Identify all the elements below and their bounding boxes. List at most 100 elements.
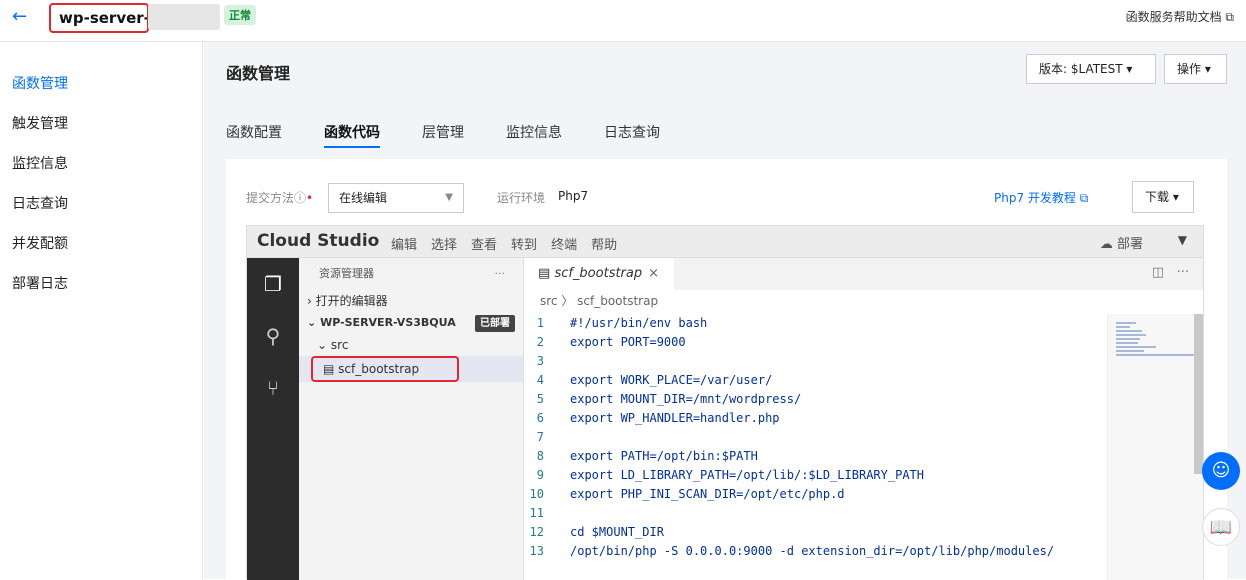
line-number: 7 — [536, 430, 544, 444]
line-number: 4 — [536, 373, 544, 387]
code-line: 11 — [524, 504, 1107, 523]
code-line: 3 — [524, 352, 1107, 371]
submit-method-label: 提交方法ⓘ• — [246, 189, 313, 206]
menu-edit[interactable]: 编辑 — [391, 234, 417, 253]
code-text: export WORK_PLACE=/var/user/ — [570, 373, 773, 387]
menu-terminal[interactable]: 终端 — [551, 234, 577, 253]
sidebar-item-triggers[interactable]: 触发管理 — [0, 104, 202, 144]
highlight-box — [311, 356, 459, 382]
line-number: 8 — [536, 449, 544, 463]
open-editors-section[interactable]: › 打开的编辑器 — [299, 290, 523, 312]
code-text: export WP_HANDLER=handler.php — [570, 411, 780, 425]
close-icon[interactable]: × — [648, 266, 659, 281]
code-line: 12 cd $MOUNT_DIR — [524, 523, 1107, 542]
sidebar-item-concurrency[interactable]: 并发配额 — [0, 224, 202, 264]
explorer-title: 资源管理器 — [319, 267, 374, 280]
code-panel: 提交方法ⓘ• 在线编辑 ▼ 运行环境 Php7 Php7 开发教程 ⧉ 下载 ▾… — [226, 159, 1227, 580]
help-icon[interactable]: ⓘ — [294, 191, 306, 205]
editor-tab-bar: ▤ scf_bootstrap × ◫ ··· — [524, 258, 1203, 290]
collapse-toggle-icon[interactable]: ▼ — [1178, 233, 1187, 247]
help-doc-link[interactable]: 函数服务帮助文档 ⧉ — [1126, 8, 1234, 25]
arrow-left-icon[interactable]: ← — [12, 6, 27, 27]
line-number: 9 — [536, 468, 544, 482]
explorer-header: 资源管理器 ··· — [299, 258, 523, 290]
sidebar-item-monitoring[interactable]: 监控信息 — [0, 144, 202, 184]
top-bar: ← wp-server- 正常 函数服务帮助文档 ⧉ — [0, 0, 1246, 42]
activity-bar: ❐ ⚲ ⑂ — [247, 258, 299, 580]
line-number: 2 — [536, 335, 544, 349]
tab-monitoring[interactable]: 监控信息 — [506, 118, 562, 148]
required-mark: • — [306, 191, 314, 205]
tab-layers[interactable]: 层管理 — [422, 118, 464, 148]
line-number: 6 — [536, 411, 544, 425]
more-icon[interactable]: ··· — [1177, 265, 1189, 280]
operations-button[interactable]: 操作 ▾ — [1164, 54, 1227, 84]
tab-function-code[interactable]: 函数代码 — [324, 118, 380, 148]
tab-function-config[interactable]: 函数配置 — [226, 118, 282, 148]
chevron-down-icon: ⌄ — [307, 316, 317, 329]
split-editor-icon[interactable]: ◫ — [1152, 265, 1164, 280]
menu-goto[interactable]: 转到 — [511, 234, 537, 253]
editor-tab-scf-bootstrap[interactable]: ▤ scf_bootstrap × — [524, 258, 674, 290]
editor-actions: ◫ ··· — [1152, 265, 1189, 280]
deployed-badge: 已部署 — [475, 315, 515, 332]
submit-method-text: 提交方法 — [246, 191, 295, 205]
tutorial-link[interactable]: Php7 开发教程 ⧉ — [994, 189, 1088, 206]
code-line: 8 export PATH=/opt/bin:$PATH — [524, 447, 1107, 466]
book-icon[interactable]: 📖 — [1202, 508, 1240, 546]
runtime-value: Php7 — [558, 189, 589, 203]
menu-help[interactable]: 帮助 — [591, 234, 617, 253]
files-icon[interactable]: ❐ — [247, 258, 299, 310]
src-folder[interactable]: ⌄ src — [299, 334, 523, 356]
open-editors-label: 打开的编辑器 — [315, 294, 388, 308]
chevron-right-icon: › — [307, 294, 312, 308]
code-text: export PORT=9000 — [570, 335, 686, 349]
tab-bar: 函数配置 函数代码 层管理 监控信息 日志查询 — [226, 118, 702, 148]
editor-scrollbar[interactable] — [1194, 314, 1203, 474]
line-number: 10 — [529, 487, 544, 501]
code-line: 4 export WORK_PLACE=/var/user/ — [524, 371, 1107, 390]
editor-breadcrumb: src 〉 scf_bootstrap — [540, 294, 659, 308]
sidebar-item-logs[interactable]: 日志查询 — [0, 184, 202, 224]
sidebar-item-deploy-logs[interactable]: 部署日志 — [0, 264, 202, 304]
ide-menu: 编辑 选择 查看 转到 终端 帮助 — [391, 234, 617, 253]
caret-down-icon: ▼ — [445, 192, 453, 203]
support-icon[interactable]: ☺ — [1202, 452, 1240, 490]
code-line: 7 — [524, 428, 1107, 447]
line-number: 12 — [529, 525, 544, 539]
deploy-button[interactable]: ☁ 部署 — [1100, 233, 1143, 252]
line-number: 13 — [529, 544, 544, 558]
code-text: cd $MOUNT_DIR — [570, 525, 664, 539]
chevron-down-icon: ⌄ — [317, 338, 328, 352]
function-name: wp-server- — [49, 3, 149, 33]
line-number: 1 — [536, 316, 544, 330]
line-number: 5 — [536, 392, 544, 406]
explorer-panel: 资源管理器 ··· › 打开的编辑器 ⌄ WP-SERVER-VS3BQUA 已… — [299, 258, 524, 580]
cloud-studio-ide: Cloud Studio 编辑 选择 查看 转到 终端 帮助 ☁ 部署 ▼ ❐ … — [246, 225, 1204, 580]
file-scf-bootstrap[interactable]: ▤ scf_bootstrap — [299, 356, 523, 382]
code-line: 13/opt/bin/php -S 0.0.0.0:9000 -d extens… — [524, 542, 1107, 561]
editor-tab-label: scf_bootstrap — [554, 266, 643, 281]
menu-select[interactable]: 选择 — [431, 234, 457, 253]
sidebar-item-function-management[interactable]: 函数管理 — [0, 64, 202, 104]
more-icon[interactable]: ··· — [495, 258, 506, 290]
source-control-icon[interactable]: ⑂ — [247, 362, 299, 414]
download-button[interactable]: 下载 ▾ — [1132, 181, 1194, 213]
runtime-label: 运行环境 — [497, 191, 546, 205]
code-area[interactable]: 1 #!/usr/bin/env bash 2 export PORT=9000 3 4 e… — [524, 314, 1107, 580]
blurred-name-suffix — [148, 4, 220, 30]
project-folder[interactable]: ⌄ WP-SERVER-VS3BQUA 已部署 — [299, 312, 523, 334]
code-text: /opt/bin/php -S 0.0.0.0:9000 -d extensio… — [570, 544, 1055, 558]
minimap[interactable] — [1107, 314, 1203, 580]
version-select[interactable]: 版本: $LATEST ▾ — [1026, 54, 1156, 84]
menu-view[interactable]: 查看 — [471, 234, 497, 253]
submit-method-value: 在线编辑 — [339, 191, 388, 205]
code-line: 9 export LD_LIBRARY_PATH=/opt/lib/:$LD_LI… — [524, 466, 1107, 485]
src-folder-label: src — [330, 338, 349, 352]
code-text: export LD_LIBRARY_PATH=/opt/lib/:$LD_LIB… — [570, 468, 925, 482]
tab-logs[interactable]: 日志查询 — [604, 118, 660, 148]
submit-method-select[interactable]: 在线编辑 ▼ — [328, 183, 464, 213]
status-badge: 正常 — [224, 5, 256, 25]
code-text: export MOUNT_DIR=/mnt/wordpress/ — [570, 392, 802, 406]
search-icon[interactable]: ⚲ — [247, 310, 299, 362]
